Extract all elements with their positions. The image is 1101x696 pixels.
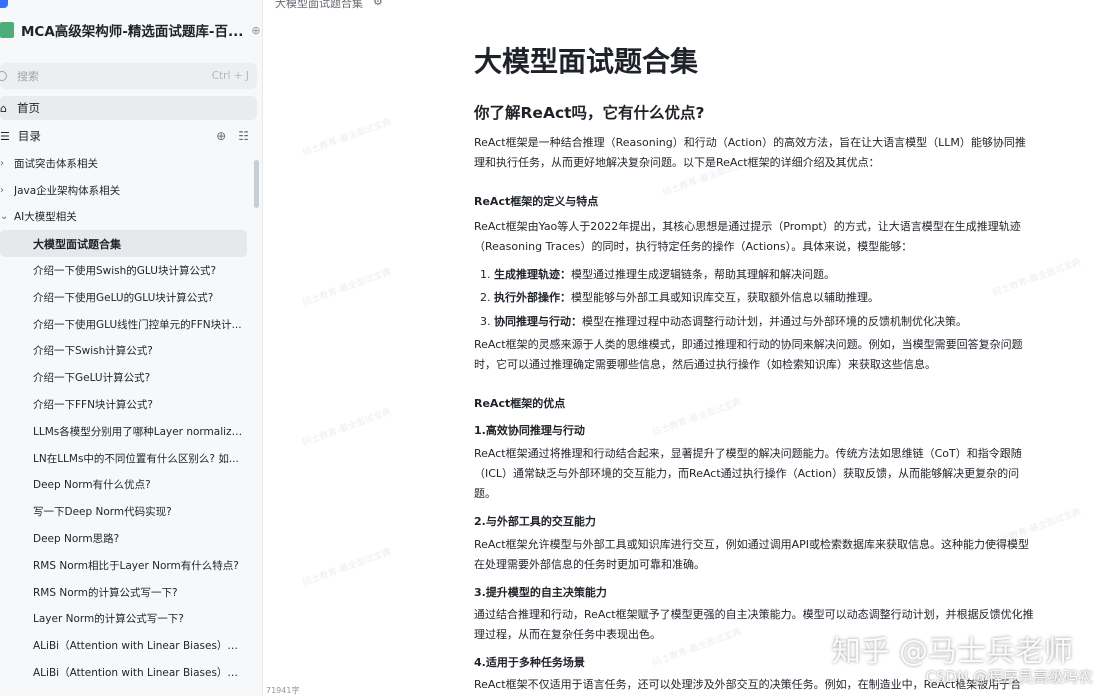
toc-item-label: 大模型面试题合集 [33,237,121,251]
toc-item-label: Deep Norm有什么优点? [33,479,151,492]
toc-item-label: Deep Norm思路? [33,533,120,546]
locate-icon[interactable]: ⊕ [216,129,226,143]
search-placeholder: 搜索 [17,70,39,83]
toc-item-label: 介绍一下FFN块计算公式? [33,399,154,412]
app-logo-icon[interactable] [0,0,8,8]
pin-icon[interactable]: ⊕ [251,24,260,37]
advantage-2-heading: 2.与外部工具的交互能力 [474,515,596,528]
toc-item[interactable]: 介绍一下使用Swish的GLU块计算公式? [0,257,250,284]
toc-item-label: 介绍一下使用GLU线性门控单元的FFN块计... [33,318,242,331]
toc-item[interactable]: Deep Norm有什么优点? [0,472,250,499]
search-icon [0,71,7,81]
toc-item[interactable]: LLMs各模型分别用了哪种Layer normalizati... [0,418,250,445]
toc-tree: › 面试突击体系相关 › Java企业架构体系相关 ⌄ AI大模型相关 大模型面试题合集 介绍… [0,150,250,686]
toc-item-label: ALiBi（Attention with Linear Biases）思路... [33,640,243,653]
toc-item[interactable]: 介绍一下使用GLU线性门控单元的FFN块计... [0,311,250,338]
watermark: 码士教育-最全面试宝典 [651,397,743,439]
doc-title: 大模型面试题合集 [474,45,699,78]
toc-item-label: 介绍一下GeLU计算公式? [33,372,151,385]
advantage-1-paragraph: ReAct框架通过将推理和行动结合起来，显著提升了模型的解决问题能力。传统方法如… [474,447,1022,500]
inspiration-paragraph: ReAct框架的灵感来源于人类的思维模式，即通过推理和行动的协同来解决问题。例如… [474,338,1023,371]
toc-item-label: Layer Norm的计算公式写一下? [33,613,184,626]
toc-item-label: 介绍一下使用GeLU的GLU块计算公式? [33,291,214,304]
search-shortcut: Ctrl + J [211,70,249,82]
home-icon: ⌂ [0,101,7,115]
toc-item-label: LLMs各模型分别用了哪种Layer normalizati... [33,425,243,438]
toc-item[interactable]: 写一下Deep Norm代码实现? [0,498,250,525]
sidebar-scrollbar[interactable] [254,160,259,208]
definition-heading: ReAct框架的定义与特点 [474,195,599,208]
toc-item[interactable]: Layer Norm的计算公式写一下? [0,606,250,633]
toc-item-label: RMS Norm的计算公式写一下? [33,586,178,599]
toc-item-label: 介绍一下Swish计算公式? [33,345,153,358]
toc-item[interactable]: LN在LLMs中的不同位置有什么区别么? 如... [0,445,250,472]
breadcrumb-title[interactable]: 大模型面试题合集 [275,0,363,11]
advantage-4-heading: 4.适用于多种任务场景 [474,656,585,669]
toc-group[interactable]: › 面试突击体系相关 [0,150,250,177]
search-input[interactable]: 搜索 Ctrl + J [0,63,257,89]
collapse-all-icon[interactable]: ☷ [238,129,249,143]
toc-item[interactable]: RMS Norm的计算公式写一下? [0,579,250,606]
toc-item-label: RMS Norm相比于Layer Norm有什么特点? [33,559,239,572]
list-item: 3. 协同推理与行动：模型在推理过程中动态调整行动计划，并通过与外部环境的反馈机… [480,315,967,328]
toc-header[interactable]: ☰ 目录 ⊕ ☷ [0,126,257,146]
question-heading: 你了解ReAct吗，它有什么优点? [474,104,705,122]
toc-group[interactable]: › Java企业架构体系相关 [0,177,250,204]
intro-paragraph: ReAct框架是一种结合推理（Reasoning）和行动（Action）的高效方… [474,136,1026,169]
toc-item[interactable]: 介绍一下Swish计算公式? [0,338,250,365]
chevron-down-icon[interactable]: ⌄ [0,211,14,222]
toc-item[interactable]: ALiBi（Attention with Linear Biases）思路... [0,632,250,659]
watermark: 码士教育-最全面试宝典 [301,117,393,159]
advantage-1-heading: 1.高效协同推理与行动 [474,424,585,437]
toc-label: 目录 [17,129,41,143]
toc-item[interactable]: RMS Norm相比于Layer Norm有什么特点? [0,552,250,579]
chevron-right-icon[interactable]: › [0,158,14,169]
toc-item[interactable]: 大模型面试题合集 [0,230,247,258]
toc-item[interactable]: ALiBi（Attention with Linear Biases）的偶... [0,659,250,686]
toc-item-label: LN在LLMs中的不同位置有什么区别么? 如... [33,452,239,465]
toc-item[interactable]: 介绍一下GeLU计算公式? [0,364,250,391]
watermark: 码士教育-最全面试宝典 [301,547,393,589]
toc-item-label: Java企业架构体系相关 [14,184,121,197]
toc-item[interactable]: 介绍一下FFN块计算公式? [0,391,250,418]
nav-home[interactable]: ⌂ 首页 [0,96,257,120]
advantages-heading: ReAct框架的优点 [474,397,566,410]
advantage-3-heading: 3.提升模型的自主决策能力 [474,586,607,599]
definition-paragraph: ReAct框架由Yao等人于2022年提出，其核心思想是通过提示（Prompt）… [474,220,1021,253]
book-icon [0,22,14,38]
knowledge-base-header[interactable]: MCA高级架构师-精选面试题库-百... ⊕ [0,14,262,46]
zhihu-watermark: 知乎 @马士兵老师 [831,634,1073,668]
knowledge-base-title[interactable]: MCA高级架构师-精选面试题库-百... [21,20,243,40]
toc-item-label: 写一下Deep Norm代码实现? [33,506,172,519]
toc-group[interactable]: ⌄ AI大模型相关 [0,204,250,231]
list-icon: ☰ [0,129,10,143]
doc-breadcrumb: 大模型面试题合集 ⚙ [275,0,383,11]
settings-icon[interactable]: ⚙ [373,0,383,11]
csdn-watermark: CSDN @程序员高级码农 [925,668,1093,686]
toc-item-label: ALiBi（Attention with Linear Biases）的偶... [33,667,243,680]
nav-home-label: 首页 [16,101,40,115]
word-count: 71941字 [266,686,300,695]
list-item: 2. 执行外部操作：模型能够与外部工具或知识库交互，获取额外信息以辅助推理。 [480,291,879,304]
toc-item-label: AI大模型相关 [14,211,77,224]
toc-item[interactable]: 介绍一下使用GeLU的GLU块计算公式? [0,284,250,311]
watermark: 码士教育-最全面试宝典 [301,267,393,309]
sidebar: MCA高级架构师-精选面试题库-百... ⊕ 搜索 Ctrl + J ⌂ 首页 … [0,0,263,696]
toc-item-label: 面试突击体系相关 [14,157,98,170]
chevron-right-icon[interactable]: › [0,185,14,196]
advantage-2-paragraph: ReAct框架允许模型与外部工具或知识库进行交互，例如通过调用API或检索数据库… [474,538,1030,571]
toc-item-label: 介绍一下使用Swish的GLU块计算公式? [33,265,217,278]
list-item: 1. 生成推理轨迹：模型通过推理生成逻辑链条，帮助其理解和解决问题。 [480,268,835,281]
watermark: 码士教育-最全面试宝典 [301,407,393,449]
toc-item[interactable]: Deep Norm思路? [0,525,250,552]
